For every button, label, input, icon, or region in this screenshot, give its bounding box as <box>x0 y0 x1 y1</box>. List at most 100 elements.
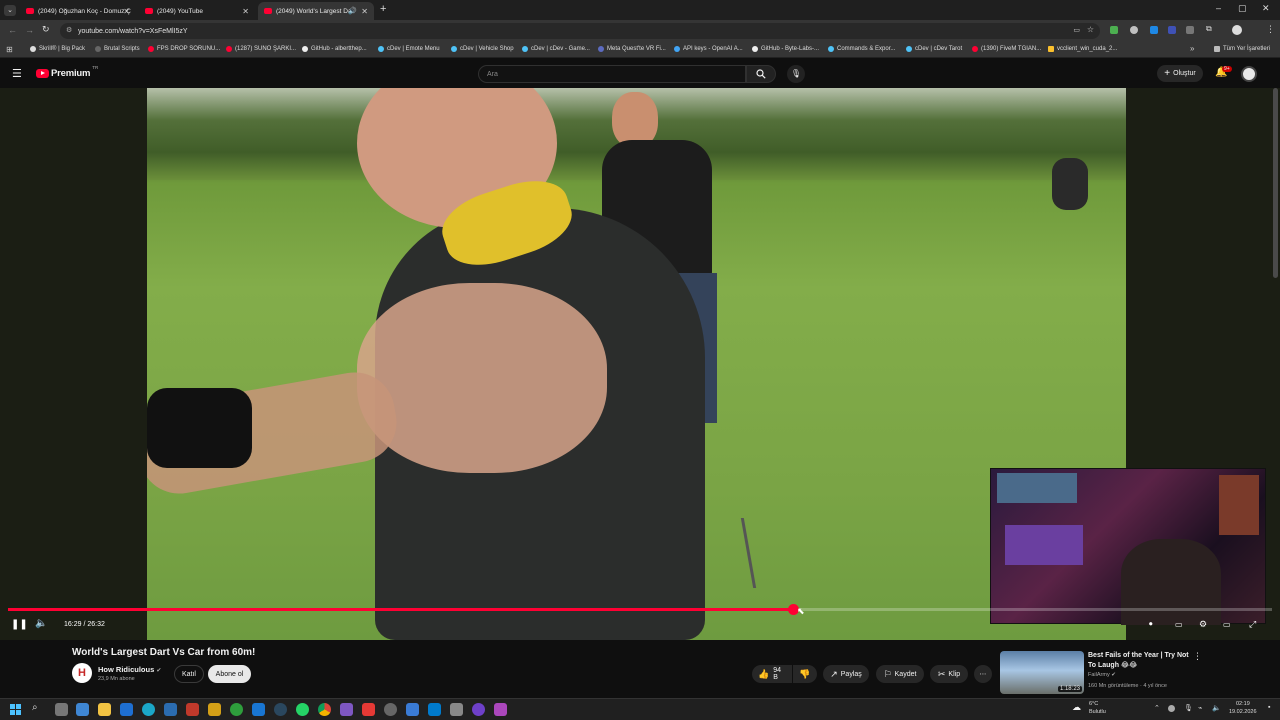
back-icon[interactable]: ← <box>8 25 17 35</box>
fullscreen-icon[interactable]: ⤢ <box>1249 619 1256 630</box>
site-info-icon[interactable]: ⚙ <box>66 26 72 34</box>
video-frame[interactable] <box>147 88 1126 640</box>
recommended-video-card[interactable]: 1:18:23 Best Fails of the Year | Try Not… <box>1000 651 1270 696</box>
bookmark-item[interactable]: cDev | Emote Menu <box>378 46 440 52</box>
extension-icon[interactable] <box>1150 26 1158 34</box>
maximize-window-icon[interactable]: ▢ <box>1238 3 1247 14</box>
extension-icon[interactable] <box>1110 26 1118 34</box>
network-icon[interactable]: ⌁ <box>1198 704 1202 712</box>
bookmark-item[interactable]: Skrill® | Big Pack <box>30 46 85 52</box>
progress-bar-track[interactable] <box>8 604 1272 615</box>
weather-icon[interactable]: ☁ <box>1072 702 1081 713</box>
channel-name[interactable]: How Ridiculous ✔ <box>98 665 161 674</box>
install-app-icon[interactable]: ▭ <box>1073 26 1080 34</box>
tab-search-icon[interactable]: ⌄ <box>4 5 16 16</box>
new-tab-icon[interactable]: + <box>380 3 386 15</box>
app-icon[interactable] <box>186 703 199 716</box>
more-actions-button[interactable]: ⋯ <box>974 665 992 683</box>
clip-button[interactable]: ✂ Klip <box>930 665 968 683</box>
video-player[interactable]: ⬉ ❚❚ 🔈 16:29 / 26:32 ⏺ ▭ ⚙ ▭ ⤢ <box>0 88 1280 640</box>
windows-start-icon[interactable] <box>10 704 21 715</box>
search-button[interactable] <box>746 65 776 83</box>
autoplay-toggle-icon[interactable]: ⏺ <box>1149 621 1153 629</box>
file-explorer-icon[interactable] <box>98 703 111 716</box>
close-window-icon[interactable]: ✕ <box>1262 3 1270 14</box>
address-bar[interactable]: ⚙ youtube.com/watch?v=XsFeMlI5zY ▭ ☆ <box>60 23 1100 39</box>
audio-playing-icon[interactable]: 🔊 <box>348 7 357 15</box>
steam-icon[interactable] <box>274 703 287 716</box>
dislike-button[interactable]: 👎 <box>793 665 817 683</box>
bookmark-item[interactable]: cDev | cDev - Game... <box>522 46 590 52</box>
volume-icon[interactable]: 🔈 <box>35 618 47 629</box>
mail-icon[interactable] <box>120 703 133 716</box>
bookmark-item[interactable]: (1287) SUNO ŞARKI... <box>226 46 296 52</box>
tray-icon[interactable] <box>1168 705 1175 712</box>
youtube-logo[interactable]: Premium TR <box>36 65 98 79</box>
bookmark-item[interactable]: cDev | cDev Tarot <box>906 46 962 52</box>
voice-search-icon[interactable]: 🎙 <box>787 65 805 83</box>
app-icon[interactable] <box>362 703 375 716</box>
page-scrollbar[interactable] <box>1273 88 1278 278</box>
notification-center-icon[interactable]: ▪ <box>1268 704 1270 711</box>
bookmark-item[interactable]: Meta Quest'te VR Fi... <box>598 46 666 52</box>
close-tab-icon[interactable]: ✕ <box>242 7 249 16</box>
vscode-icon[interactable] <box>428 703 441 716</box>
clock-date[interactable]: 19.02.2026 <box>1229 709 1257 715</box>
settings-gear-icon[interactable]: ⚙ <box>1199 619 1207 630</box>
reload-icon[interactable]: ↻ <box>42 24 50 35</box>
account-avatar[interactable] <box>1241 66 1257 82</box>
bookmark-item[interactable]: Commands & Expor... <box>828 46 895 52</box>
pause-icon[interactable]: ❚❚ <box>11 619 28 630</box>
app-icon[interactable] <box>340 703 353 716</box>
app-icon[interactable] <box>450 703 463 716</box>
app-icon[interactable] <box>406 703 419 716</box>
search-icon[interactable]: ⌕ <box>32 702 38 713</box>
like-button[interactable]: 👍 94 B <box>752 665 792 683</box>
profile-avatar-icon[interactable] <box>1232 25 1242 35</box>
subtitles-icon[interactable]: ▭ <box>1175 620 1183 629</box>
tray-chevron-icon[interactable]: ⌃ <box>1154 704 1160 712</box>
task-view-icon[interactable] <box>55 703 68 716</box>
bookmark-item[interactable]: API keys - OpenAI A... <box>674 46 743 52</box>
settings-gear-icon[interactable] <box>384 703 397 716</box>
bookmark-item[interactable]: (1390) FiveM TGIAN... <box>972 46 1041 52</box>
save-button[interactable]: ⚐ Kaydet <box>876 665 924 683</box>
app-icon[interactable] <box>208 703 221 716</box>
tab-youtube-home[interactable]: (2049) YouTube ✕ <box>139 2 255 20</box>
subscribe-button[interactable]: Abone ol <box>208 665 251 683</box>
minimize-window-icon[interactable]: – <box>1216 3 1221 13</box>
extension-icon[interactable] <box>1186 26 1194 34</box>
bookmark-item[interactable]: Brutal Scripts <box>95 46 140 52</box>
extension-icon[interactable] <box>1130 26 1138 34</box>
search-input[interactable]: Ara <box>478 65 746 83</box>
more-bookmarks-icon[interactable]: » <box>1190 44 1194 53</box>
store-icon[interactable] <box>164 703 177 716</box>
menu-icon[interactable]: ⋮ <box>1266 24 1275 35</box>
microphone-icon[interactable]: 🎙 <box>1184 704 1193 712</box>
join-button[interactable]: Katıl <box>174 665 204 683</box>
create-button[interactable]: + Oluştur <box>1157 65 1203 82</box>
app-icon[interactable] <box>252 703 265 716</box>
close-tab-icon[interactable]: ✕ <box>361 7 368 16</box>
close-tab-icon[interactable]: ✕ <box>123 7 130 16</box>
bookmark-item[interactable]: cDev | Vehicle Shop <box>451 46 514 52</box>
all-bookmarks-folder[interactable]: Tüm Yer İşaretleri <box>1214 46 1270 52</box>
bookmark-star-icon[interactable]: ☆ <box>1087 25 1094 34</box>
whatsapp-icon[interactable] <box>296 703 309 716</box>
github-desktop-icon[interactable] <box>472 703 485 716</box>
bookmark-item[interactable]: FPS DROP SORUNU... <box>148 46 220 52</box>
bookmark-item[interactable]: GitHub - albertthep... <box>302 46 367 52</box>
widgets-icon[interactable] <box>76 703 89 716</box>
chrome-icon[interactable] <box>318 703 331 716</box>
apps-grid-icon[interactable]: ⊞ <box>6 45 13 54</box>
tab-worlds-largest-dart[interactable]: (2049) World's Largest Dart 🔊 ✕ <box>258 2 374 20</box>
forward-icon[interactable]: → <box>25 25 34 35</box>
more-vertical-icon[interactable]: ⋮ <box>1193 651 1202 662</box>
extension-icon[interactable] <box>1168 26 1176 34</box>
bookmark-item[interactable]: GitHub - Byte-Labs-... <box>752 46 819 52</box>
edge-icon[interactable] <box>142 703 155 716</box>
clock-time[interactable]: 02:19 <box>1236 701 1250 707</box>
speaker-icon[interactable]: 🔈 <box>1212 704 1221 712</box>
tab-oguzhan[interactable]: (2049) Oğuzhan Koç - Domuz Ç ✕ <box>20 2 136 20</box>
xbox-icon[interactable] <box>230 703 243 716</box>
